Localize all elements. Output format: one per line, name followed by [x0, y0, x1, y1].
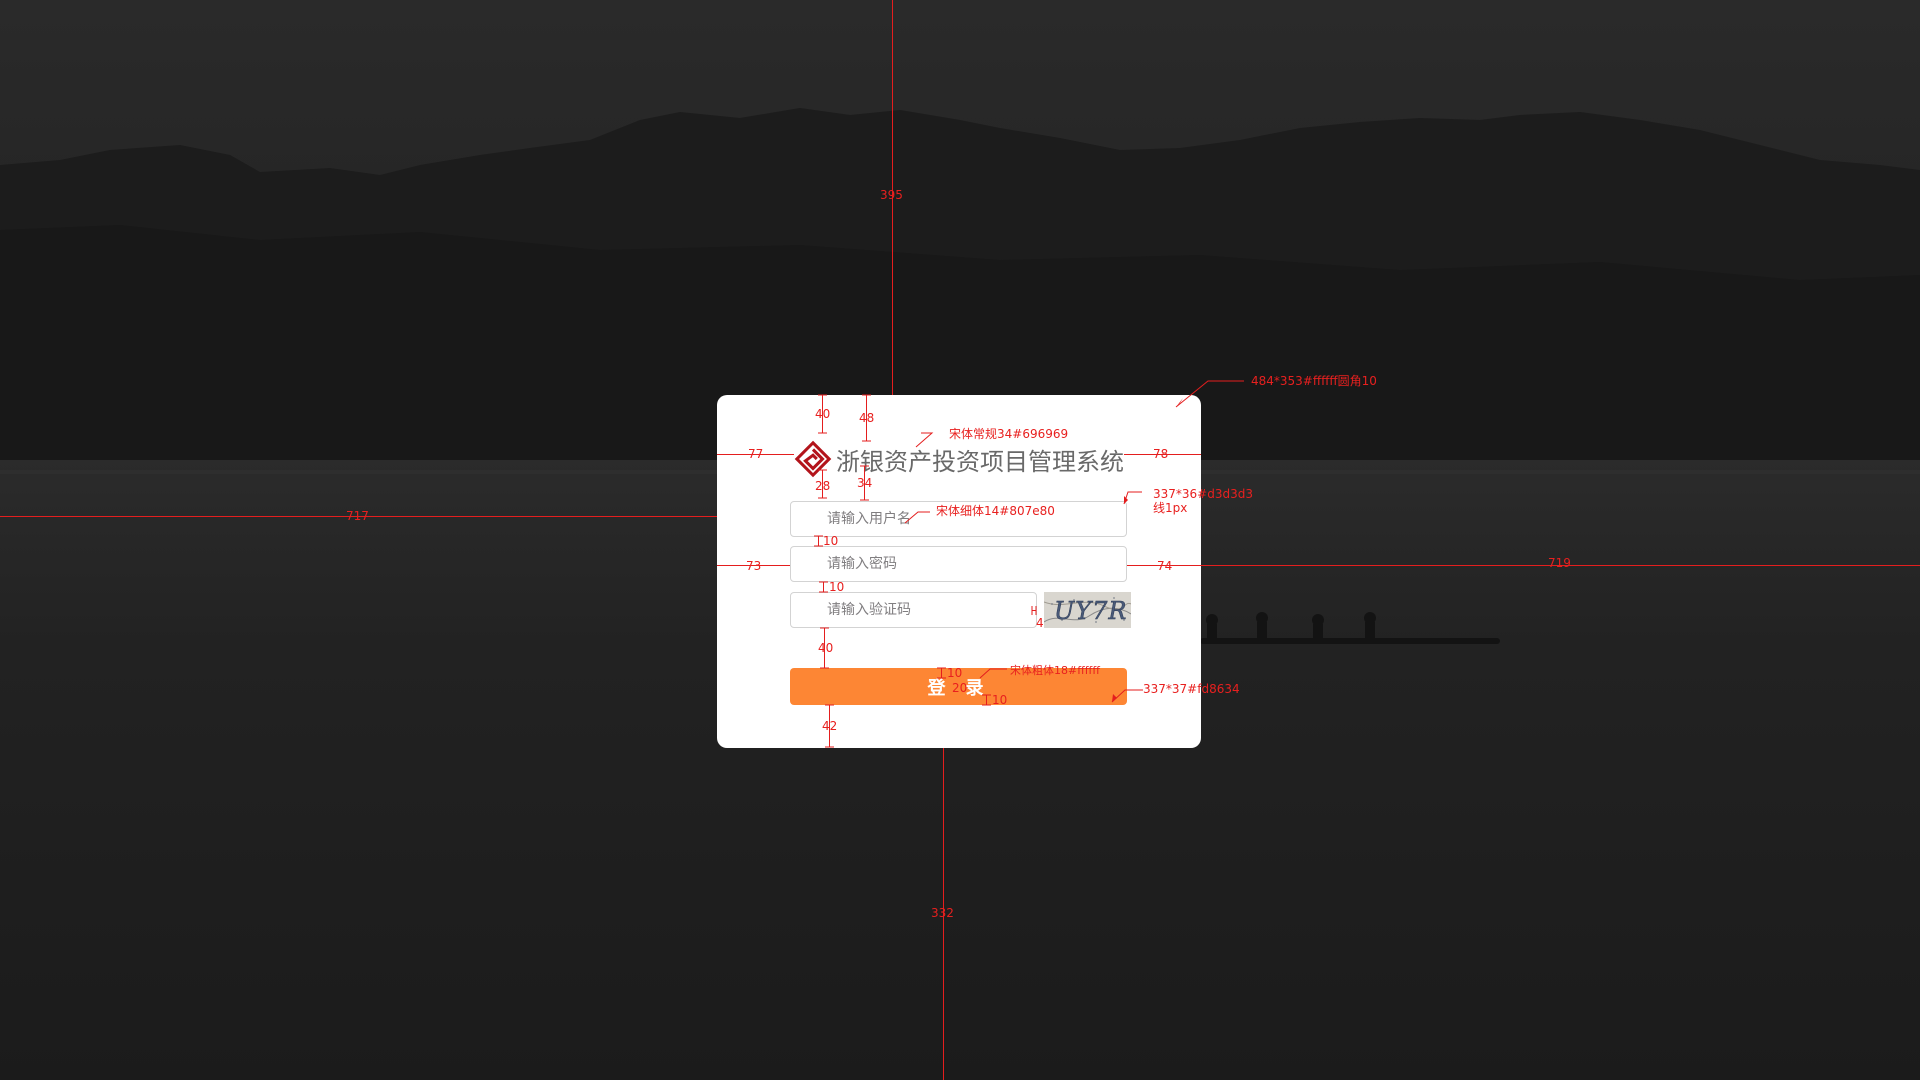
- annotation-input-right: 74: [1157, 559, 1173, 573]
- annotation-input-border: 线1px: [1153, 501, 1188, 515]
- annotation-title-top: 48: [859, 411, 875, 425]
- password-input[interactable]: [791, 547, 1126, 581]
- login-card: 浙银资产投资项目管理系统 UY7R 登录: [717, 395, 1201, 748]
- annotation-input-left: 73: [746, 559, 762, 573]
- captcha-text: UY7R: [1054, 597, 1127, 625]
- annotation-gap-user-pass: 10: [823, 534, 839, 548]
- annotation-top-gap: 395: [880, 188, 903, 202]
- company-logo-icon: [794, 440, 832, 478]
- annotation-title-bottom: 34: [857, 476, 873, 490]
- annotation-right-gap: 719: [1548, 556, 1571, 570]
- captcha-input[interactable]: [791, 593, 1036, 627]
- annotation-left-gap: 717: [346, 509, 369, 523]
- annotation-card-spec: 484*353#ffffff圆角10: [1251, 374, 1377, 388]
- annotation-title-right: 78: [1153, 447, 1169, 461]
- annotation-title-font: 宋体常规34#696969: [949, 427, 1069, 441]
- annotation-btn-bottom: 42: [822, 719, 838, 733]
- annotation-bottom-gap: 332: [931, 906, 954, 920]
- annotation-gap-code-btn: 40: [818, 641, 834, 655]
- annotation-logo-bottom: 28: [815, 479, 831, 493]
- annotation-button-font: 宋体粗体18#ffffff: [1010, 664, 1100, 677]
- annotation-btn-pad-top: 10: [947, 666, 963, 680]
- annotation-placeholder-font: 宋体细体14#807e80: [936, 504, 1055, 518]
- annotation-gap-pass-code: 10: [829, 580, 845, 594]
- password-field[interactable]: [790, 546, 1127, 582]
- system-title: 浙银资产投资项目管理系统: [836, 447, 1124, 476]
- login-screen: 浙银资产投资项目管理系统 UY7R 登录: [0, 0, 1920, 1080]
- logo-title-row: 浙银资产投资项目管理系统: [794, 435, 1124, 483]
- annotation-captcha-gap: 4: [1036, 616, 1044, 630]
- annotation-btn-pad-bottom: 10: [992, 693, 1008, 707]
- annotation-button-spec: 337*37#fd8634: [1143, 682, 1240, 696]
- annotation-btn-letter-gap: 20: [952, 681, 968, 695]
- annotation-logo-left: 77: [748, 447, 764, 461]
- annotation-logo-top: 40: [815, 407, 831, 421]
- captcha-image[interactable]: UY7R: [1044, 592, 1131, 628]
- captcha-field[interactable]: [790, 592, 1037, 628]
- annotation-input-spec: 337*36#d3d3d3: [1153, 487, 1253, 501]
